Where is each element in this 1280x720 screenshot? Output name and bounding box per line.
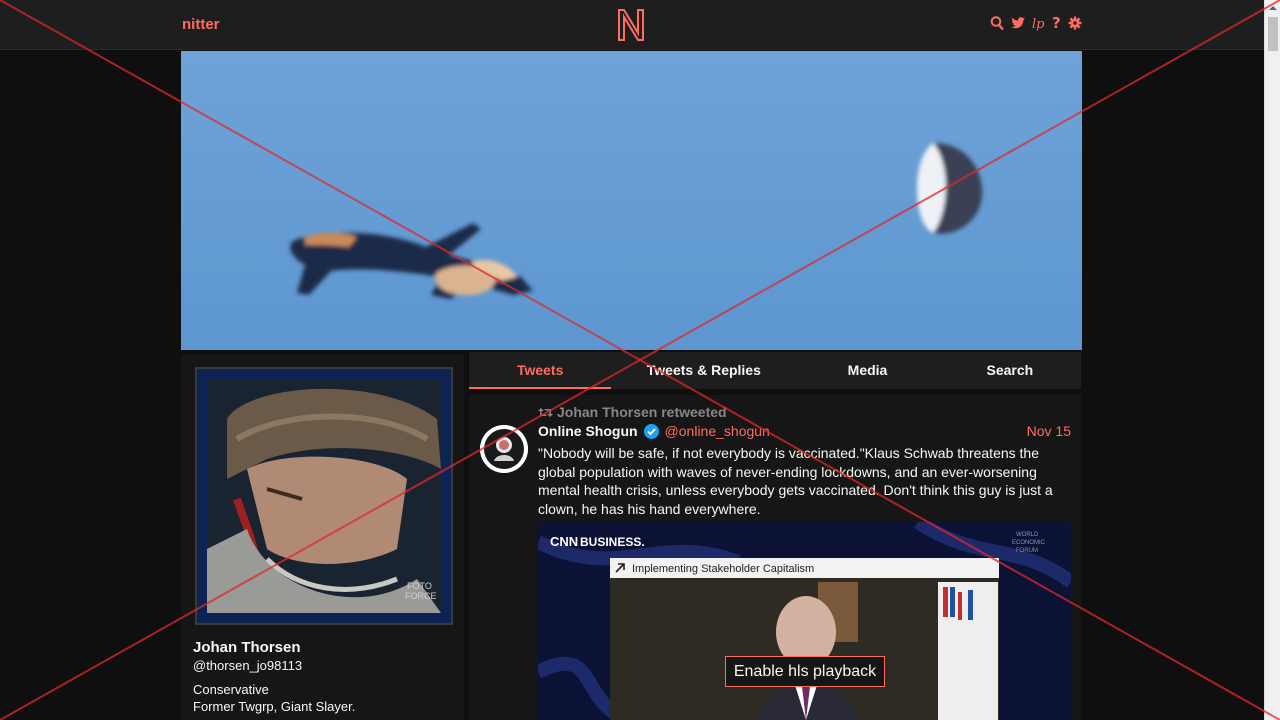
profile-card: FOTO FORCE Johan Thorsen @thorsen_jo9811… [181, 355, 464, 720]
retweet-icon [538, 407, 553, 417]
bio-line: Former Twgrp, Giant Slayer. [193, 699, 356, 714]
tweet-date[interactable]: Nov 15 [1027, 423, 1071, 439]
media-label: Implementing Stakeholder Capitalism [632, 563, 814, 575]
svg-text:WORLD: WORLD [1016, 532, 1039, 538]
retweet-label: Johan Thorsen retweeted [557, 404, 727, 420]
twitter-icon[interactable] [1010, 15, 1026, 31]
help-icon[interactable]: ? [1052, 15, 1062, 31]
svg-text:?: ? [1052, 15, 1061, 31]
author-name[interactable]: Online Shogun [538, 423, 638, 439]
search-icon[interactable] [990, 15, 1004, 31]
nitter-logo-icon[interactable] [616, 7, 646, 43]
nav-icon-group: lp ? [990, 15, 1082, 31]
svg-text:FORUM: FORUM [1016, 548, 1038, 554]
timeline-item[interactable]: Johan Thorsen retweeted Online Shogun @o… [469, 395, 1081, 720]
settings-icon[interactable] [1068, 15, 1082, 31]
bio-line: Conservative [193, 682, 269, 697]
tab-media[interactable]: Media [796, 352, 938, 389]
tab-search[interactable]: Search [939, 352, 1081, 389]
profile-banner[interactable] [181, 51, 1082, 350]
retweet-header: Johan Thorsen retweeted [538, 404, 727, 420]
video-thumbnail: CNN BUSINESS. WORLD ECONOMIC FORUM Imple… [538, 522, 1071, 720]
profile-handle[interactable]: @thorsen_jo98113 [193, 658, 302, 673]
banner-image [290, 143, 983, 299]
author-handle[interactable]: @online_shogun [665, 423, 770, 439]
page-scrollbar[interactable] [1264, 0, 1280, 720]
profile-bio: Conservative Former Twgrp, Giant Slayer. [193, 681, 355, 715]
avatar-watermark: FOTO [407, 581, 432, 591]
profile-avatar[interactable]: FOTO FORCE [195, 367, 453, 625]
verified-badge-icon [643, 423, 659, 439]
tweet-author: Online Shogun @online_shogun [538, 423, 770, 439]
top-navbar: nitter lp ? [0, 0, 1264, 50]
media-brand: CNN [550, 534, 578, 549]
media-brand-label: BUSINESS. [580, 535, 645, 549]
tweet-video[interactable]: CNN BUSINESS. WORLD ECONOMIC FORUM Imple… [538, 522, 1071, 720]
tweet-author-avatar[interactable] [480, 425, 528, 473]
profile-name[interactable]: Johan Thorsen [193, 639, 301, 656]
scroll-thumb[interactable] [1268, 17, 1278, 51]
tab-tweets[interactable]: Tweets [469, 352, 612, 389]
nitter-home-link[interactable]: nitter [182, 16, 220, 33]
avatar-image: FOTO FORCE [207, 379, 441, 613]
svg-text:FORCE: FORCE [405, 591, 437, 601]
tab-tweets-replies[interactable]: Tweets & Replies [611, 352, 796, 389]
enable-hls-button[interactable]: Enable hls playback [725, 656, 885, 687]
timeline-tabs: Tweets Tweets & Replies Media Search [469, 352, 1081, 389]
scroll-up-arrow-icon[interactable] [1265, 0, 1280, 16]
rss-icon[interactable]: lp [1032, 15, 1046, 31]
tweet-text: "Nobody will be safe, if not everybody i… [538, 445, 1053, 517]
svg-text:lp: lp [1032, 17, 1045, 31]
svg-text:ECONOMIC: ECONOMIC [1012, 540, 1046, 546]
